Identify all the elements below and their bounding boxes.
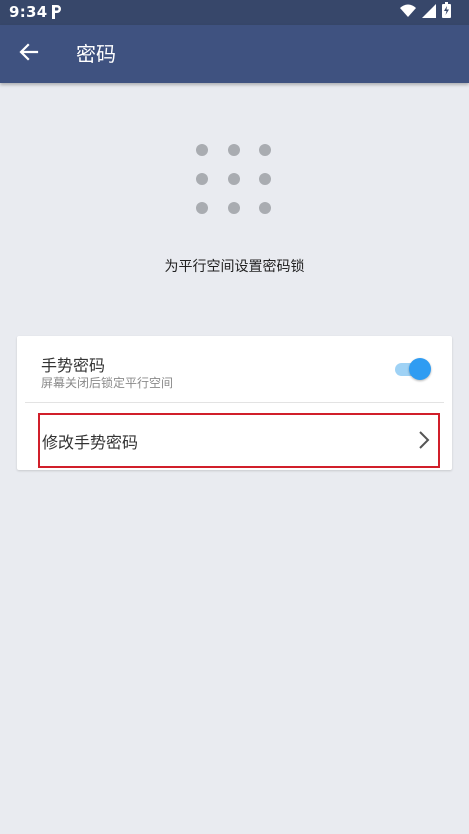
pattern-dot	[259, 144, 271, 156]
toggle-thumb	[409, 358, 431, 380]
pattern-dot	[228, 202, 240, 214]
pattern-dot	[196, 202, 208, 214]
gesture-password-title: 手势密码	[41, 356, 106, 375]
back-button[interactable]	[12, 37, 46, 71]
gesture-password-toggle[interactable]	[392, 357, 432, 381]
status-time: 9:34	[9, 3, 48, 21]
modify-gesture-password-row[interactable]: 修改手势密码	[38, 413, 440, 468]
status-bar: 9:34	[0, 0, 469, 25]
battery-charging-icon	[442, 2, 451, 22]
pattern-dot	[228, 173, 240, 185]
gesture-password-row: 手势密码 屏幕关闭后锁定平行空间	[17, 336, 452, 402]
pattern-dot	[196, 173, 208, 185]
pattern-dot	[259, 202, 271, 214]
settings-card: 手势密码 屏幕关闭后锁定平行空间 修改手势密码	[17, 336, 452, 470]
divider	[25, 402, 444, 403]
pattern-dots-icon	[196, 144, 274, 216]
pattern-dot	[196, 144, 208, 156]
app-bar: 密码	[0, 25, 469, 83]
wifi-icon	[400, 3, 416, 22]
lock-caption: 为平行空间设置密码锁	[164, 259, 305, 275]
signal-icon	[422, 3, 436, 22]
pattern-dot	[259, 173, 271, 185]
arrow-left-icon	[19, 42, 39, 66]
pattern-dot	[228, 144, 240, 156]
status-icons	[400, 2, 451, 22]
parking-icon	[50, 4, 62, 20]
modify-gesture-password-label: 修改手势密码	[42, 433, 139, 452]
gesture-password-subtitle: 屏幕关闭后锁定平行空间	[41, 376, 174, 390]
page-title: 密码	[76, 42, 116, 66]
chevron-right-icon	[418, 430, 430, 450]
